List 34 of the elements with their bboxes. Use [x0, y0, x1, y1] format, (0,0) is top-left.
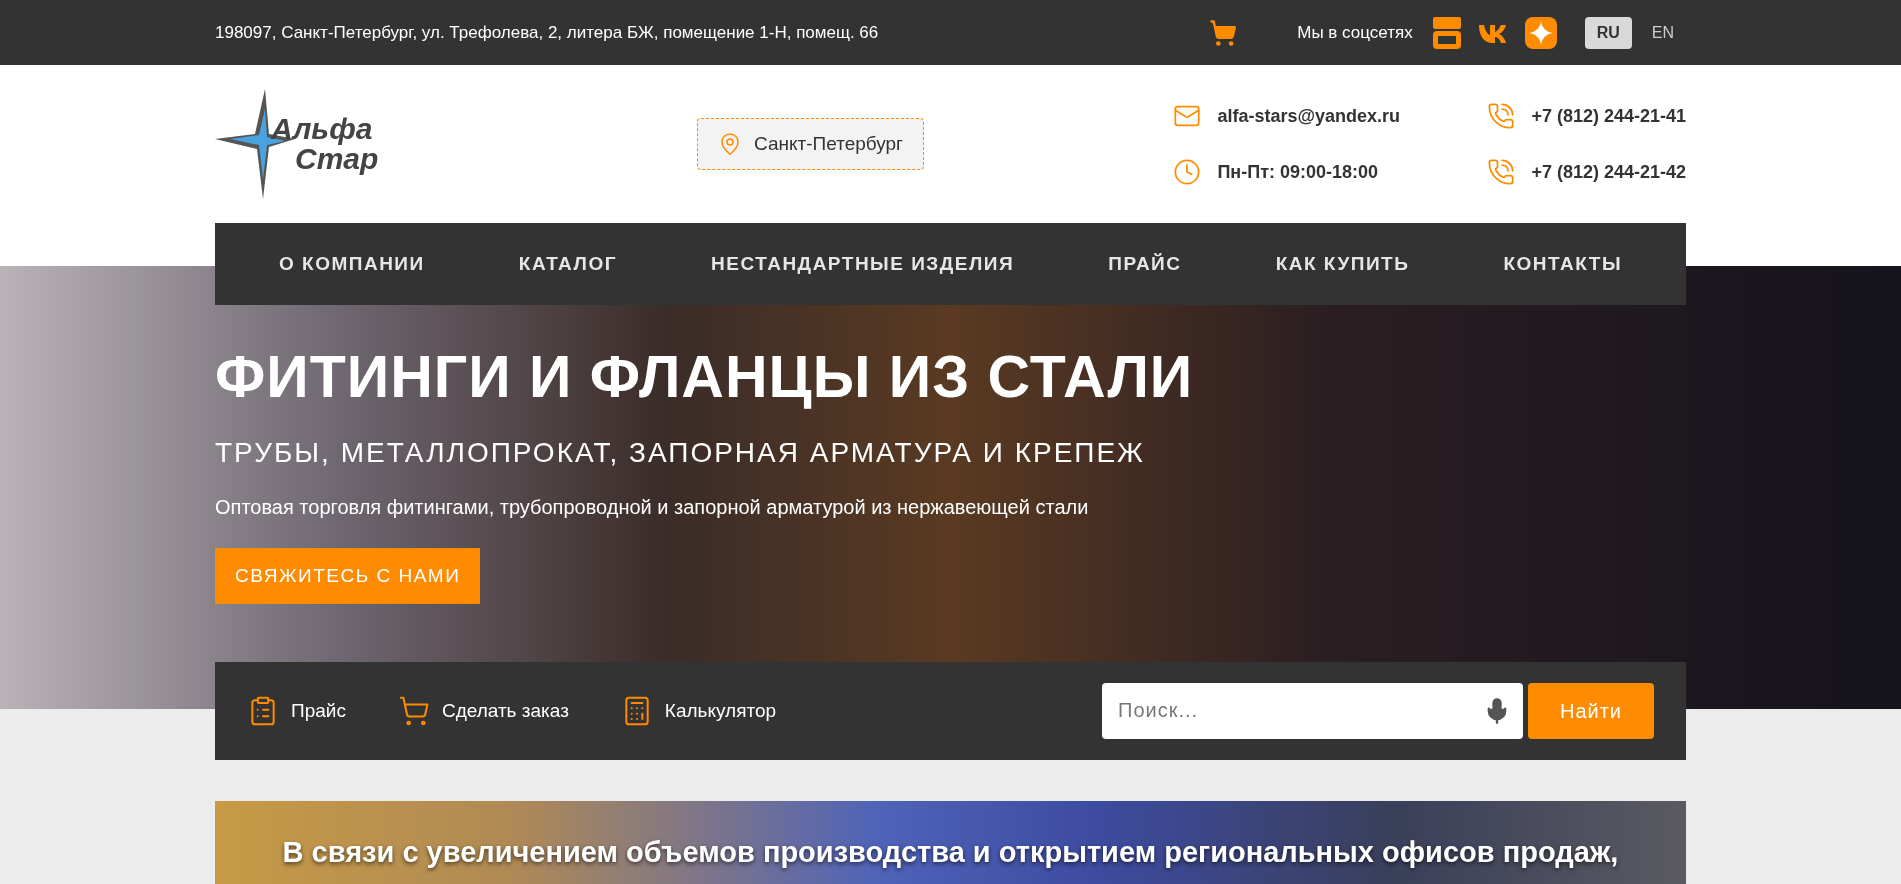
nav-link[interactable]: КАК КУПИТЬ [1275, 249, 1410, 279]
star-social-icon[interactable] [1524, 16, 1557, 49]
email-link[interactable]: alfa-stars@yandex.ru [1217, 102, 1401, 130]
phone-link[interactable]: +7 (812) 244-21-41 [1531, 102, 1686, 130]
cart-icon[interactable] [1209, 18, 1238, 47]
toolbar-link[interactable]: Калькулятор [620, 694, 777, 727]
address-text: 198097, Санкт-Петербург, ул. Трефолева, 2, литера БЖ, помещение 1-Н, помещ. 66 [215, 21, 879, 44]
language-button[interactable]: EN [1639, 16, 1686, 49]
language-button[interactable]: RU [1584, 16, 1632, 49]
banner-text: В связи с увеличением объемов производства и открытием региональных офисов продаж, [282, 835, 1619, 868]
nav-link[interactable]: КОНТАКТЫ [1503, 249, 1622, 279]
social-label: Мы в соцсетях [1297, 21, 1413, 44]
hero-subtitle: ТРУБЫ, МЕТАЛЛОПРОКАТ, ЗАПОРНАЯ АРМАТУРА И КРЕПЕЖ [215, 435, 1146, 470]
phone-icon [1487, 102, 1516, 130]
phone-icon [1487, 158, 1516, 186]
toolbar-link[interactable]: Сделать заказ [397, 694, 569, 727]
nav-link[interactable]: ПРАЙС [1108, 249, 1182, 279]
nav-link[interactable]: О КОМПАНИИ [279, 249, 425, 279]
hero-title: ФИТИНГИ И ФЛАНЦЫ ИЗ СТАЛИ [215, 343, 1195, 412]
location-icon [718, 132, 742, 156]
city-button[interactable]: Санкт-Петербург [697, 118, 924, 170]
logo[interactable]: Альфа Стар [215, 89, 435, 199]
phone-link[interactable]: +7 (812) 244-21-42 [1531, 158, 1686, 186]
toolbar-link[interactable]: Прайс [247, 694, 346, 727]
hero-description: Оптовая торговля фитингами, трубопроводной и запорной арматурой из нержавеющей стали [215, 494, 1090, 520]
logo-text: Альфа [271, 114, 374, 144]
nav-link[interactable]: КАТАЛОГ [518, 249, 617, 279]
hours-text: Пн-Пт: 09:00-18:00 [1217, 160, 1378, 184]
clock-icon [1173, 158, 1202, 186]
logo-text: Стар [295, 144, 379, 174]
vk-social-icon[interactable] [1476, 22, 1509, 43]
cart-icon [397, 694, 430, 727]
nav-link[interactable]: НЕСТАНДАРТНЫЕ ИЗДЕЛИЯ [711, 249, 1015, 279]
search-field[interactable]: Поиск... [1102, 682, 1523, 739]
